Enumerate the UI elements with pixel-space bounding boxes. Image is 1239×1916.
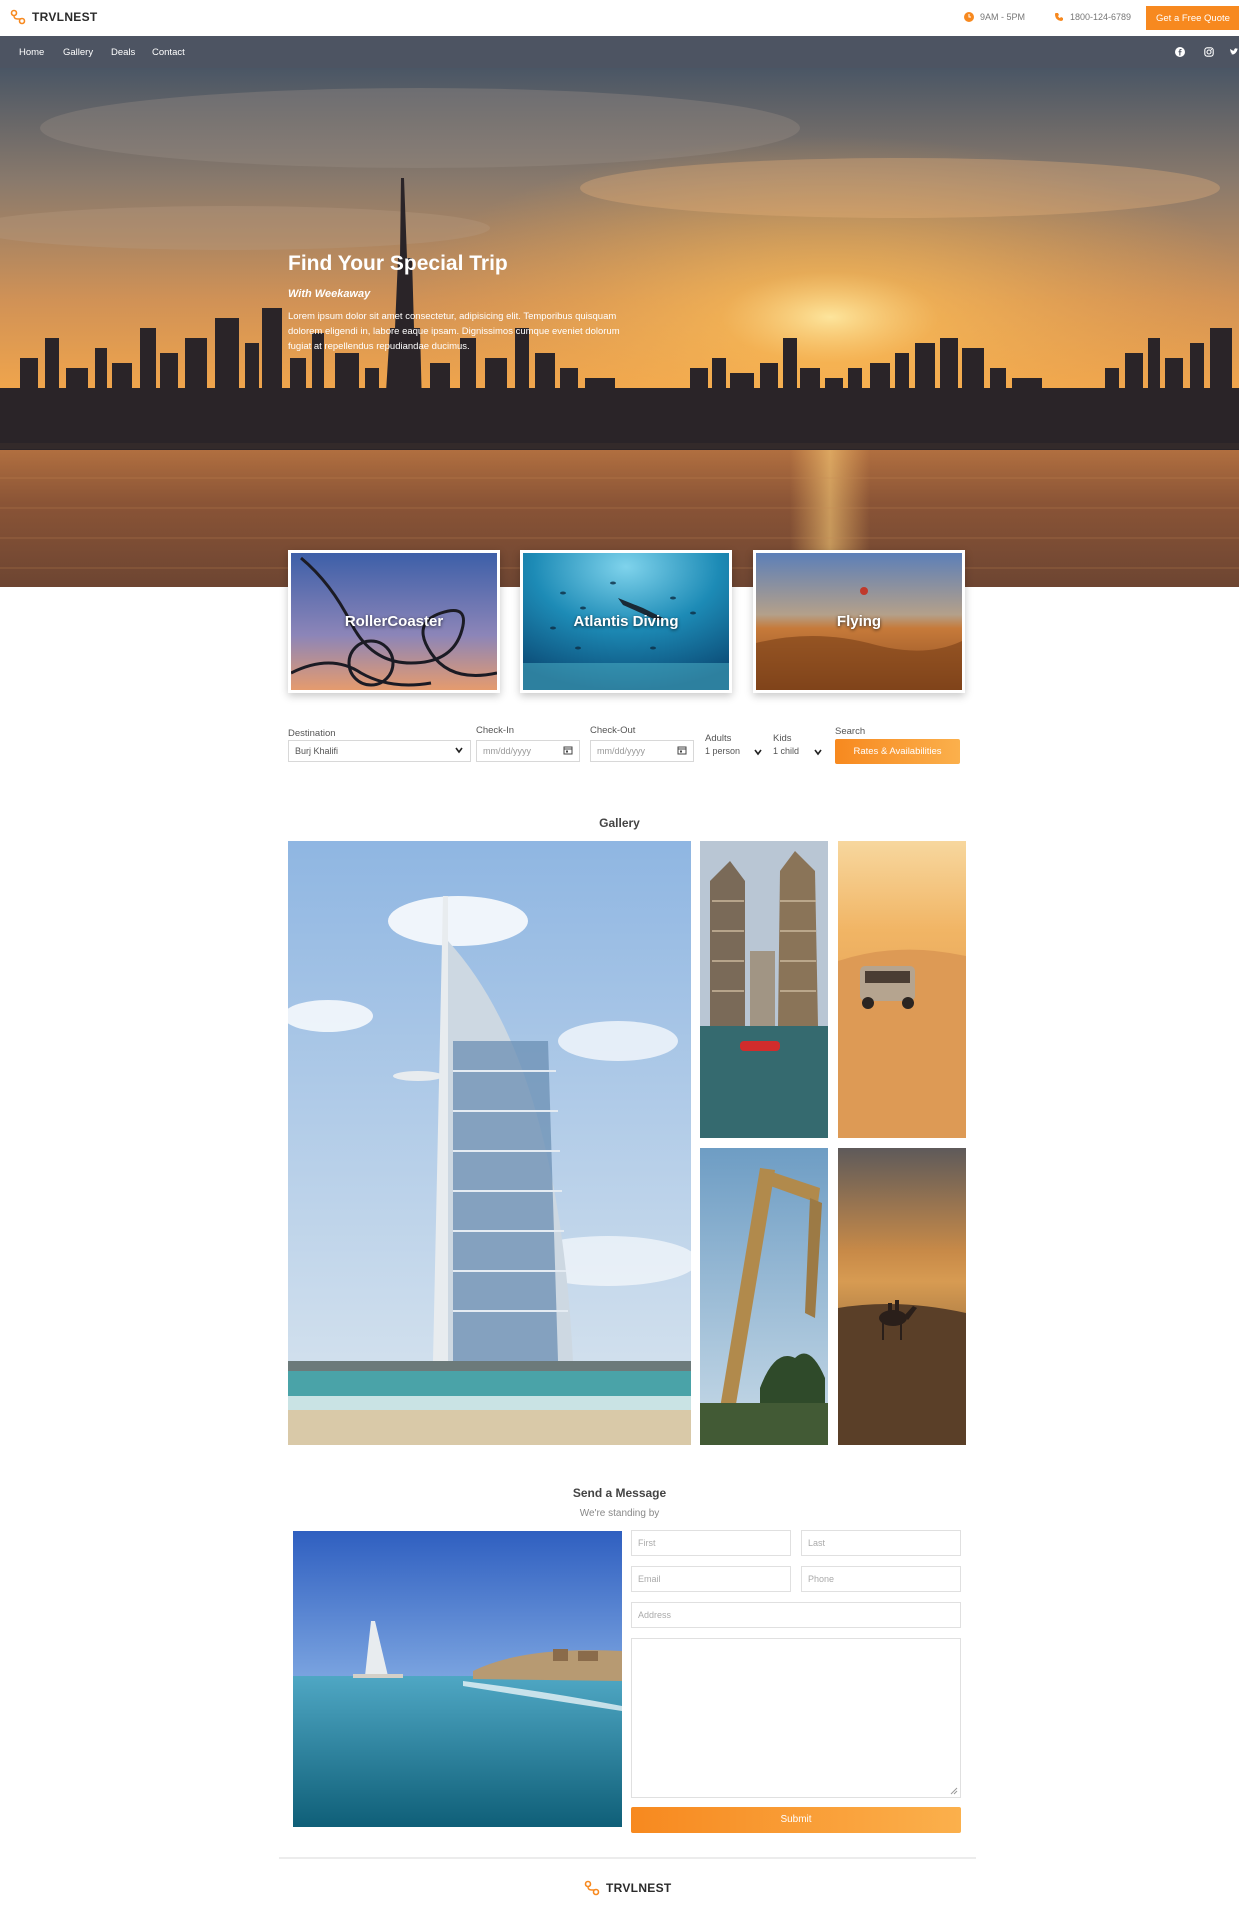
checkin-label: Check-In <box>476 725 515 736</box>
address-input[interactable]: Address <box>631 1602 961 1628</box>
submit-button[interactable]: Submit <box>631 1807 961 1833</box>
twitter-icon[interactable] <box>1229 45 1239 59</box>
calendar-icon[interactable] <box>563 745 573 755</box>
phone-input[interactable]: Phone <box>801 1566 961 1592</box>
kids-value: 1 child <box>773 746 800 756</box>
brand-name: TRVLNEST <box>32 10 98 24</box>
rates-availabilities-button[interactable]: Rates & Availabilities <box>835 739 960 764</box>
checkin-date-input[interactable]: mm/dd/yyyy <box>476 740 580 762</box>
adults-select[interactable]: 1 person <box>705 746 763 756</box>
footer-brand-name: TRVLNEST <box>606 1881 672 1895</box>
get-quote-button[interactable]: Get a Free Quote <box>1146 6 1239 30</box>
activity-label: Flying <box>836 613 882 630</box>
chevron-down-icon <box>455 747 463 754</box>
hero-title: Find Your Special Trip <box>288 252 508 275</box>
nav-item-deals[interactable]: Deals <box>111 47 135 58</box>
instagram-icon[interactable] <box>1202 45 1216 59</box>
adults-value: 1 person <box>705 746 741 756</box>
gallery-image-camel-sunset[interactable] <box>838 1148 966 1445</box>
destination-label: Destination <box>288 728 336 739</box>
chevron-down-icon <box>754 749 762 756</box>
footer-divider <box>279 1857 976 1859</box>
top-bar: TRVLNEST 9AM - 5PM 1800-124-6789 Get a F… <box>0 0 1239 36</box>
business-hours: 9AM - 5PM <box>964 12 1025 22</box>
gallery-image-marina-towers[interactable] <box>700 841 828 1138</box>
nav-item-contact[interactable]: Contact <box>152 47 185 58</box>
contact-subtitle: We're standing by <box>579 1508 660 1519</box>
activity-card-rollercoaster[interactable]: RollerCoaster <box>288 550 500 693</box>
phone-text: 1800-124-6789 <box>1070 12 1132 22</box>
calendar-icon[interactable] <box>677 745 687 755</box>
email-input[interactable]: Email <box>631 1566 791 1592</box>
gallery-image-dubai-frame[interactable] <box>700 1148 828 1445</box>
checkout-date-input[interactable]: mm/dd/yyyy <box>590 740 694 762</box>
footer-logo[interactable]: TRVLNEST <box>584 1880 672 1896</box>
activity-card-flying[interactable]: Flying <box>753 550 965 693</box>
phone-icon <box>1055 13 1063 21</box>
hero-copy: Find Your Special Trip With Weekaway Lor… <box>288 252 628 354</box>
gallery-title: Gallery <box>599 816 640 830</box>
hero-banner: Find Your Special Trip With Weekaway Lor… <box>0 68 1239 587</box>
activity-label: RollerCoaster <box>344 613 444 630</box>
route-logo-icon <box>584 1880 600 1896</box>
contact-image-burj-al-arab-coast <box>293 1531 622 1827</box>
activity-label: Atlantis Diving <box>573 613 679 630</box>
hero-body: Lorem ipsum dolor sit amet consectetur, … <box>288 311 620 352</box>
contact-title: Send a Message <box>572 1486 667 1500</box>
gallery-image-desert-suv[interactable] <box>838 841 966 1138</box>
route-logo-icon <box>10 9 26 25</box>
kids-select[interactable]: 1 child <box>773 746 823 756</box>
gallery-image-burj-al-arab[interactable] <box>288 841 691 1445</box>
first-name-input[interactable]: First <box>631 1530 791 1556</box>
checkout-placeholder: mm/dd/yyyy <box>597 746 646 756</box>
activity-card-diving[interactable]: Atlantis Diving <box>520 550 732 693</box>
search-label: Search <box>835 726 866 737</box>
message-textarea[interactable] <box>631 1638 961 1798</box>
resize-handle-icon[interactable] <box>950 1787 958 1795</box>
main-nav: Home Gallery Deals Contact <box>0 36 1239 68</box>
destination-select[interactable]: Burj Khalifi <box>288 740 471 762</box>
brand-logo[interactable]: TRVLNEST <box>10 9 98 25</box>
last-name-input[interactable]: Last <box>801 1530 961 1556</box>
hero-subtitle: With Weekaway <box>288 288 371 300</box>
nav-item-gallery[interactable]: Gallery <box>63 47 93 58</box>
destination-value: Burj Khalifi <box>295 746 339 756</box>
checkin-placeholder: mm/dd/yyyy <box>483 746 532 756</box>
hours-text: 9AM - 5PM <box>980 12 1026 22</box>
adults-label: Adults <box>705 733 732 744</box>
nav-item-home[interactable]: Home <box>19 47 44 58</box>
contact-phone[interactable]: 1800-124-6789 <box>1054 12 1131 22</box>
kids-label: Kids <box>773 733 792 744</box>
checkout-label: Check-Out <box>590 725 636 736</box>
clock-icon <box>964 12 974 22</box>
chevron-down-icon <box>814 749 822 756</box>
facebook-icon[interactable] <box>1173 45 1187 59</box>
